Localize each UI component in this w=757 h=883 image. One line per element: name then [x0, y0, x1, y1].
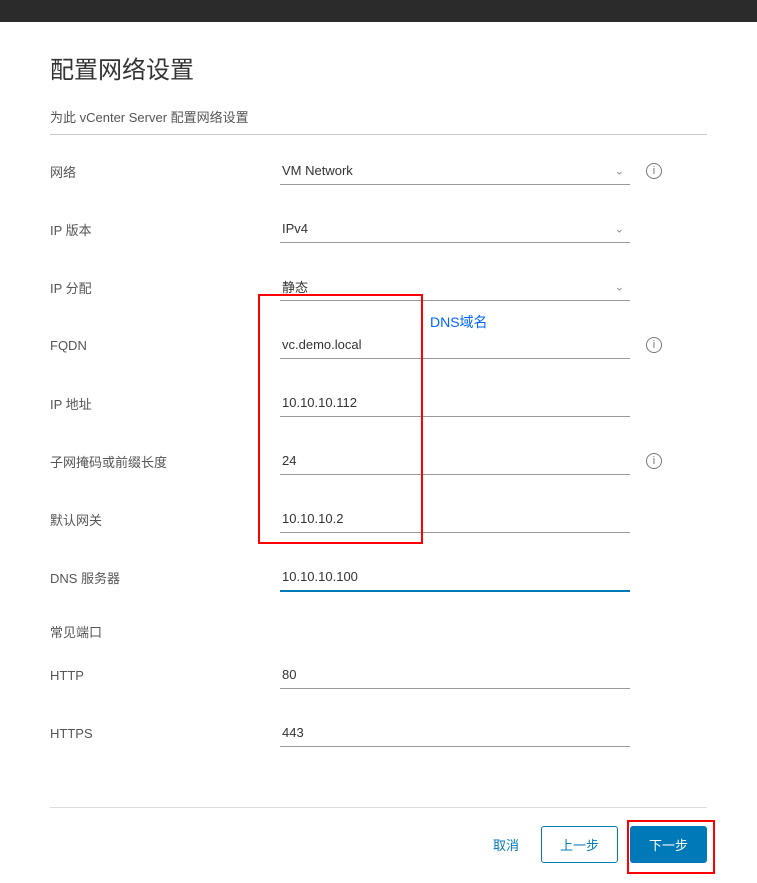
- label-gateway: 默认网关: [50, 510, 280, 529]
- label-dns: DNS 服务器: [50, 568, 280, 587]
- control-wrap-https: [280, 719, 707, 747]
- top-dark-bar: [0, 0, 757, 22]
- control-wrap-fqdn: i: [280, 331, 707, 359]
- row-fqdn: FQDN i: [50, 331, 707, 359]
- select-wrap-network: ⌄: [280, 157, 630, 185]
- label-fqdn: FQDN: [50, 338, 280, 353]
- select-wrap-ip-version: ⌄: [280, 215, 630, 243]
- info-icon[interactable]: i: [646, 163, 662, 179]
- label-http: HTTP: [50, 668, 280, 683]
- label-network: 网络: [50, 162, 280, 181]
- gateway-input[interactable]: [280, 505, 630, 533]
- control-wrap-network: ⌄ i: [280, 157, 707, 185]
- select-wrap-ip-alloc: ⌄: [280, 273, 630, 301]
- divider: [50, 134, 707, 135]
- ip-alloc-select[interactable]: [280, 273, 630, 301]
- control-wrap-ip-alloc: ⌄: [280, 273, 707, 301]
- cancel-button[interactable]: 取消: [483, 827, 529, 862]
- control-wrap-dns: [280, 563, 707, 592]
- row-ip-addr: IP 地址: [50, 389, 707, 417]
- label-ip-alloc: IP 分配: [50, 278, 280, 297]
- row-https: HTTPS: [50, 719, 707, 747]
- row-dns: DNS 服务器: [50, 563, 707, 592]
- page-subtitle: 为此 vCenter Server 配置网络设置: [50, 107, 707, 126]
- footer: 取消 上一步 下一步: [50, 807, 707, 863]
- label-common-ports: 常见端口: [50, 622, 280, 641]
- prev-button[interactable]: 上一步: [541, 826, 618, 863]
- control-wrap-subnet: i: [280, 447, 707, 475]
- control-wrap-http: [280, 661, 707, 689]
- main-container: 配置网络设置 为此 vCenter Server 配置网络设置 网络 ⌄ i I…: [0, 22, 757, 883]
- next-button[interactable]: 下一步: [630, 826, 707, 863]
- dns-server-input[interactable]: [280, 563, 630, 592]
- label-https: HTTPS: [50, 726, 280, 741]
- control-wrap-ip-addr: [280, 389, 707, 417]
- row-network: 网络 ⌄ i: [50, 157, 707, 185]
- label-ip-addr: IP 地址: [50, 394, 280, 413]
- control-wrap-ip-version: ⌄: [280, 215, 707, 243]
- row-gateway: 默认网关: [50, 505, 707, 533]
- http-port-input[interactable]: [280, 661, 630, 689]
- https-port-input[interactable]: [280, 719, 630, 747]
- annotation-dns-domain-label: DNS域名: [430, 312, 488, 332]
- info-icon[interactable]: i: [646, 453, 662, 469]
- info-icon[interactable]: i: [646, 337, 662, 353]
- row-ip-version: IP 版本 ⌄: [50, 215, 707, 243]
- fqdn-input[interactable]: [280, 331, 630, 359]
- ip-address-input[interactable]: [280, 389, 630, 417]
- network-select[interactable]: [280, 157, 630, 185]
- row-common-ports: 常见端口: [50, 622, 707, 641]
- label-subnet: 子网掩码或前缀长度: [50, 452, 280, 471]
- row-http: HTTP: [50, 661, 707, 689]
- label-ip-version: IP 版本: [50, 220, 280, 239]
- subnet-input[interactable]: [280, 447, 630, 475]
- ip-version-select[interactable]: [280, 215, 630, 243]
- row-ip-alloc: IP 分配 ⌄: [50, 273, 707, 301]
- page-title: 配置网络设置: [50, 50, 707, 85]
- control-wrap-gateway: [280, 505, 707, 533]
- row-subnet: 子网掩码或前缀长度 i: [50, 447, 707, 475]
